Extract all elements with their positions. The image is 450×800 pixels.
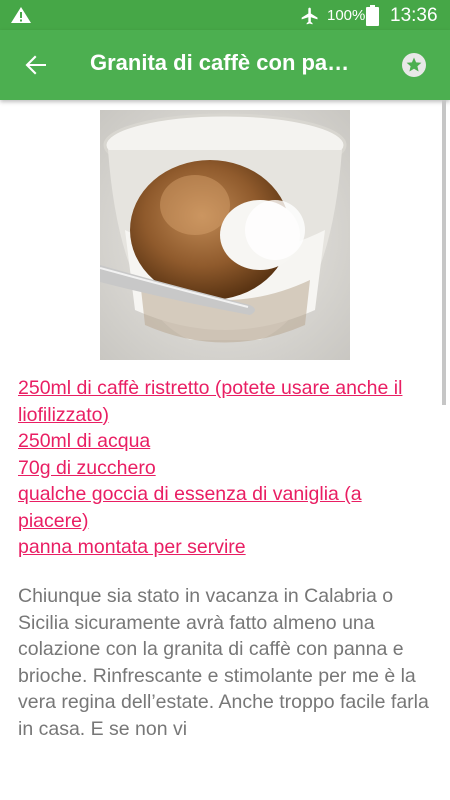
battery-icon: [366, 5, 379, 26]
app-bar: Granita di caffè con pa…: [0, 30, 450, 100]
ingredient-list: 250ml di caffè ristretto (potete usare a…: [18, 375, 428, 561]
star-icon: [402, 53, 426, 77]
status-bar: 100% 13:36: [0, 0, 450, 30]
status-time: 13:36: [390, 5, 438, 26]
granita-image: [100, 110, 350, 360]
arrow-back-icon: [25, 55, 46, 75]
favorite-button[interactable]: [398, 49, 430, 81]
ingredient-link[interactable]: qualche goccia di essenza di vaniglia (a…: [18, 481, 428, 534]
ingredient-link[interactable]: 70g di zucchero: [18, 455, 428, 482]
recipe-photo: [100, 110, 350, 360]
scrollbar-thumb[interactable]: [442, 100, 446, 405]
ingredient-link[interactable]: panna montata per servire: [18, 534, 428, 561]
recipe-description: Chiunque sia stato in vacanza in Calabri…: [18, 585, 429, 740]
back-button[interactable]: [14, 43, 58, 87]
battery-percentage: 100%: [327, 7, 366, 24]
recipe-content: 250ml di caffè ristretto (potete usare a…: [0, 100, 450, 800]
page-title: Granita di caffè con pa…: [90, 50, 350, 75]
ingredient-link[interactable]: 250ml di caffè ristretto (potete usare a…: [18, 375, 428, 428]
ingredient-link[interactable]: 250ml di acqua: [18, 428, 428, 455]
warning-icon: [11, 7, 31, 23]
airplane-mode-icon: [301, 7, 318, 25]
